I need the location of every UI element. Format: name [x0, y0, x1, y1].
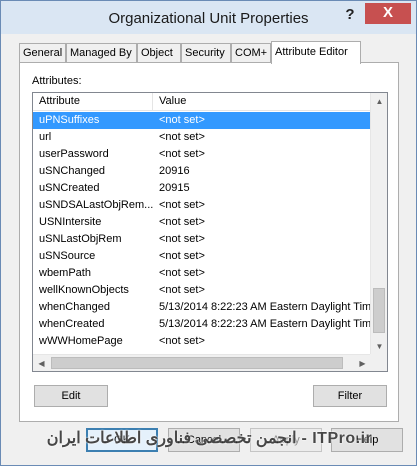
list-row[interactable]: wWWHomePage <not set>	[33, 333, 371, 350]
list-row[interactable]: uSNChanged 20916	[33, 163, 371, 180]
horizontal-scrollbar[interactable]: ◀ ▶	[33, 354, 371, 371]
list-row[interactable]: uPNSuffixes <not set>	[33, 112, 371, 129]
attribute-name: uSNDSALastObjRem...	[39, 199, 154, 211]
list-row[interactable]: uSNCreated 20915	[33, 180, 371, 197]
attributes-label: Attributes:	[32, 75, 82, 87]
attribute-editor-panel: Attributes: Attribute Value uPNSuffixes …	[19, 62, 399, 422]
scroll-down-arrow-icon[interactable]: ▼	[371, 338, 387, 355]
tab-security[interactable]: Security	[181, 43, 231, 62]
scrollbar-corner	[370, 354, 387, 371]
attribute-value: 20915	[159, 182, 190, 194]
tab-com-plus[interactable]: COM+	[231, 43, 271, 62]
list-rows: uPNSuffixes <not set> url <not set> user…	[33, 112, 371, 350]
tab-object[interactable]: Object	[137, 43, 181, 62]
attribute-name: uPNSuffixes	[39, 114, 100, 126]
list-row[interactable]: USNIntersite <not set>	[33, 214, 371, 231]
attribute-name: wWWHomePage	[39, 335, 123, 347]
attribute-value: <not set>	[159, 284, 205, 296]
attribute-name: uSNLastObjRem	[39, 233, 122, 245]
edit-button[interactable]: Edit	[34, 385, 108, 407]
filter-button[interactable]: Filter	[313, 385, 387, 407]
scroll-left-arrow-icon[interactable]: ◀	[33, 355, 50, 371]
properties-dialog: Organizational Unit Properties ? X Gener…	[0, 0, 417, 466]
attribute-value: <not set>	[159, 131, 205, 143]
attribute-name: USNIntersite	[39, 216, 102, 228]
list-row[interactable]: uSNLastObjRem <not set>	[33, 231, 371, 248]
list-row[interactable]: userPassword <not set>	[33, 146, 371, 163]
tab-managed-by[interactable]: Managed By	[66, 43, 137, 62]
attribute-name: whenChanged	[39, 301, 110, 313]
attribute-name: wellKnownObjects	[39, 284, 129, 296]
list-header: Attribute Value	[33, 93, 371, 111]
list-row[interactable]: wellKnownObjects <not set>	[33, 282, 371, 299]
attribute-value: <not set>	[159, 199, 205, 211]
column-header-attribute[interactable]: Attribute	[33, 93, 153, 111]
attribute-value: 5/13/2014 8:22:23 AM Eastern Daylight Ti…	[159, 301, 371, 313]
attribute-value: <not set>	[159, 267, 205, 279]
attribute-name: uSNSource	[39, 250, 96, 262]
ok-button[interactable]: OK	[86, 428, 158, 452]
vertical-scroll-thumb[interactable]	[373, 288, 385, 333]
attribute-value: <not set>	[159, 335, 205, 347]
title-bar[interactable]: Organizational Unit Properties ? X	[1, 1, 416, 34]
attribute-value: <not set>	[159, 233, 205, 245]
attribute-name: uSNChanged	[39, 165, 106, 177]
attribute-value: 20916	[159, 165, 190, 177]
attribute-name: url	[39, 131, 52, 143]
dialog-button-bar: OK Cancel Apply Help	[1, 426, 416, 466]
list-row[interactable]: whenCreated 5/13/2014 8:22:23 AM Eastern…	[33, 316, 371, 333]
close-button[interactable]: X	[365, 3, 411, 24]
attribute-value: <not set>	[159, 250, 205, 262]
attributes-list[interactable]: Attribute Value uPNSuffixes <not set> ur…	[32, 92, 388, 372]
horizontal-scroll-thumb[interactable]	[51, 357, 343, 369]
attribute-name: whenCreated	[39, 318, 105, 330]
column-header-value[interactable]: Value	[153, 93, 371, 111]
list-row[interactable]: uSNDSALastObjRem... <not set>	[33, 197, 371, 214]
tab-attribute-editor[interactable]: Attribute Editor	[271, 41, 361, 64]
cancel-button[interactable]: Cancel	[168, 428, 240, 452]
vertical-scrollbar[interactable]: ▲ ▼	[370, 93, 387, 355]
scroll-right-arrow-icon[interactable]: ▶	[354, 355, 371, 371]
list-row[interactable]: whenChanged 5/13/2014 8:22:23 AM Eastern…	[33, 299, 371, 316]
help-icon[interactable]: ?	[339, 5, 361, 25]
scroll-up-arrow-icon[interactable]: ▲	[371, 93, 387, 110]
list-row[interactable]: wbemPath <not set>	[33, 265, 371, 282]
tab-general[interactable]: General	[19, 43, 66, 62]
list-row[interactable]: url <not set>	[33, 129, 371, 146]
apply-button[interactable]: Apply	[250, 428, 322, 452]
list-row[interactable]: uSNSource <not set>	[33, 248, 371, 265]
attribute-value: <not set>	[159, 216, 205, 228]
attribute-name: uSNCreated	[39, 182, 100, 194]
help-button[interactable]: Help	[331, 428, 403, 452]
attribute-value: 5/13/2014 8:22:23 AM Eastern Daylight Ti…	[159, 318, 371, 330]
attribute-value: <not set>	[159, 114, 205, 126]
attribute-name: wbemPath	[39, 267, 91, 279]
attribute-name: userPassword	[39, 148, 109, 160]
attribute-value: <not set>	[159, 148, 205, 160]
